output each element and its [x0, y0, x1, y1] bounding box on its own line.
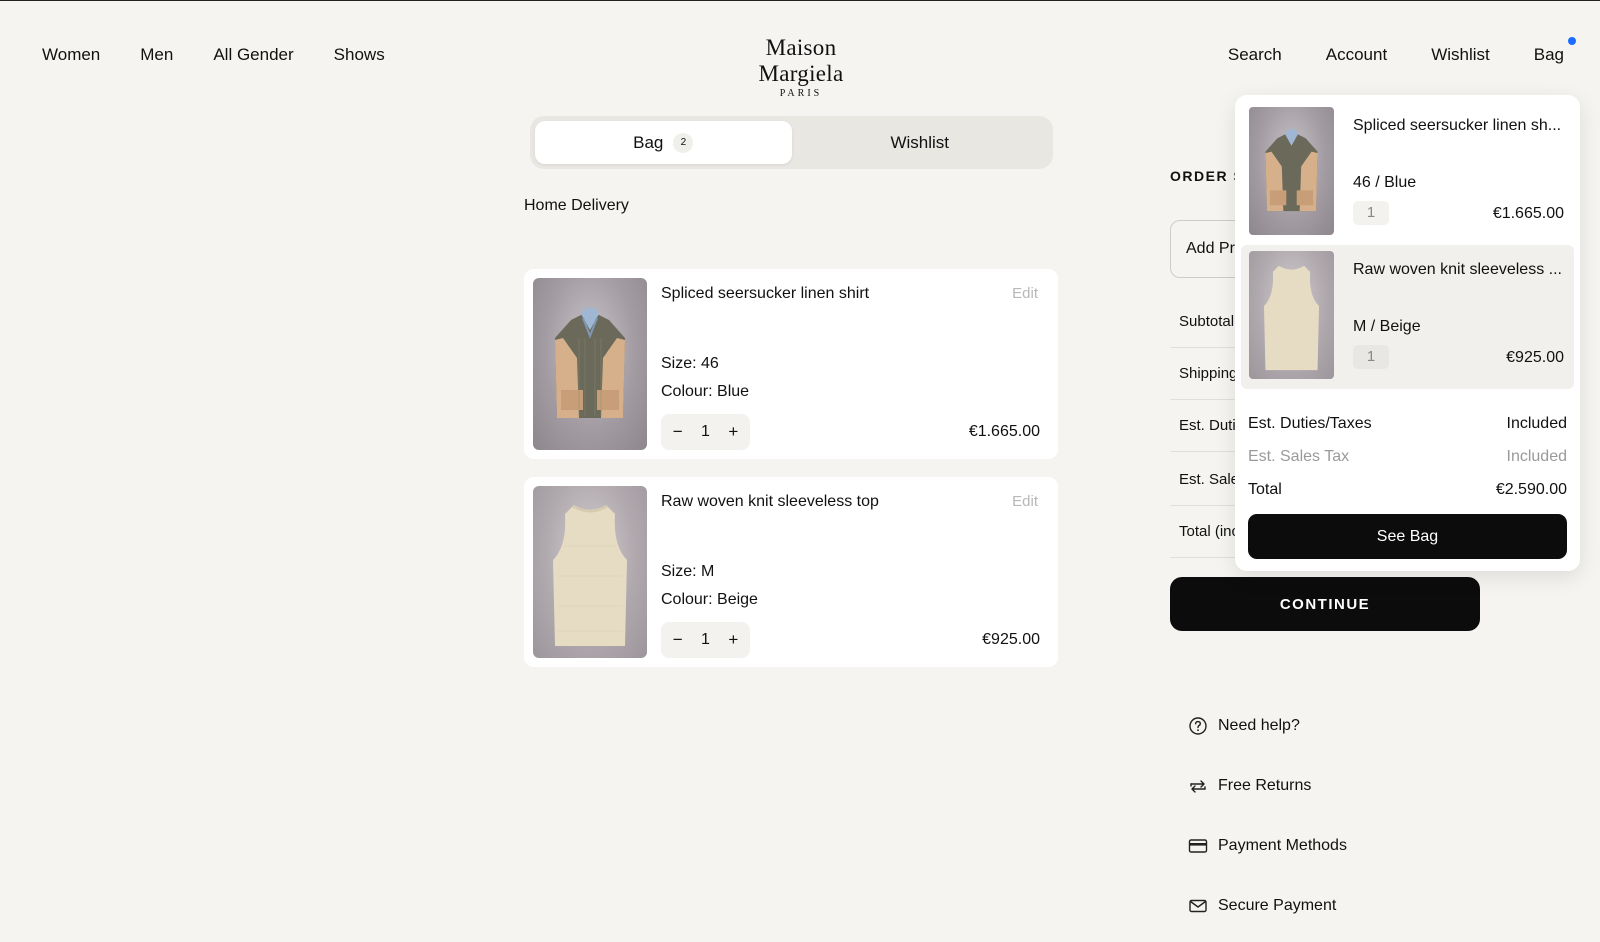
nav-bag[interactable]: Bag	[1533, 37, 1576, 65]
nav-all-gender[interactable]: All Gender	[213, 45, 293, 65]
bag-notification-dot	[1568, 37, 1576, 45]
decrease-quantity-button[interactable]: −	[668, 422, 688, 442]
return-arrows-icon	[1190, 780, 1206, 793]
free-returns-label: Free Returns	[1218, 777, 1312, 794]
quantity-stepper: − 1 +	[661, 622, 750, 658]
product-image-shirt[interactable]	[533, 278, 647, 450]
payment-methods-link[interactable]: Payment Methods	[1188, 836, 1347, 856]
tab-wishlist[interactable]: Wishlist	[792, 121, 1049, 164]
product-colour: Colour: Blue	[661, 383, 750, 400]
payment-methods-label: Payment Methods	[1218, 837, 1347, 854]
mini-bag-item[interactable]: Raw woven knit sleeveless ... M / Beige …	[1241, 245, 1574, 389]
total-value: €2.590.00	[1495, 481, 1567, 498]
duties-value: Included	[1506, 415, 1568, 432]
mini-bag-item-price: €925.00	[1506, 349, 1564, 366]
duties-label: Est. Duties/Taxes	[1248, 415, 1372, 432]
mini-bag-item-qty: 1	[1353, 345, 1389, 369]
cart-item: Raw woven knit sleeveless top Edit Size:…	[524, 477, 1058, 667]
see-bag-button[interactable]: See Bag	[1248, 514, 1567, 559]
brand-logo[interactable]: Maison Margiela PARIS	[725, 35, 877, 99]
credit-card-icon	[1188, 839, 1208, 853]
quantity-value: 1	[701, 423, 710, 440]
envelope-icon	[1189, 899, 1207, 913]
quantity-value: 1	[701, 631, 710, 648]
bag-wishlist-tabs: Bag 2 Wishlist	[530, 116, 1053, 169]
nav-shows[interactable]: Shows	[334, 45, 385, 65]
nav-bag-label: Bag	[1533, 45, 1564, 64]
product-colour: Colour: Beige	[661, 591, 758, 608]
decrease-quantity-button[interactable]: −	[668, 630, 688, 650]
mini-bag-thumb-knit-top	[1249, 251, 1334, 379]
nav-search[interactable]: Search	[1228, 45, 1282, 65]
bag-count-badge: 2	[673, 132, 694, 153]
cart-item: Spliced seersucker linen shirt Edit Size…	[524, 269, 1058, 459]
increase-quantity-button[interactable]: +	[723, 422, 743, 442]
tab-bag[interactable]: Bag 2	[535, 121, 792, 164]
product-image-knit-top[interactable]	[533, 486, 647, 658]
logo-wordmark: Maison Margiela	[758, 35, 844, 86]
mini-bag-item-variant: M / Beige	[1353, 318, 1421, 335]
free-returns-link[interactable]: Free Returns	[1188, 776, 1311, 796]
total-label: Total	[1248, 481, 1282, 498]
product-price: €925.00	[982, 631, 1040, 648]
delivery-method-title: Home Delivery	[524, 197, 629, 214]
nav-men[interactable]: Men	[140, 45, 173, 65]
product-size: Size: 46	[661, 355, 719, 372]
mini-bag-duties-row: Est. Duties/Taxes Included	[1248, 415, 1567, 433]
tab-bag-label: Bag	[633, 132, 664, 152]
need-help-label: Need help?	[1218, 717, 1300, 734]
need-help-link[interactable]: Need help?	[1188, 716, 1300, 736]
primary-nav: Women Men All Gender Shows	[42, 45, 385, 65]
secure-payment-label: Secure Payment	[1218, 897, 1337, 914]
mini-bag-total-row: Total €2.590.00	[1248, 481, 1567, 499]
mini-bag-sales-tax-row: Est. Sales Tax Included	[1248, 448, 1567, 466]
mini-bag-item-name: Raw woven knit sleeveless ...	[1353, 261, 1562, 278]
quantity-stepper: − 1 +	[661, 414, 750, 450]
logo-subtitle: PARIS	[779, 88, 823, 99]
mini-bag-item-variant: 46 / Blue	[1353, 174, 1417, 191]
mini-bag-item-qty: 1	[1353, 201, 1389, 225]
question-circle-icon	[1189, 717, 1207, 735]
product-name[interactable]: Spliced seersucker linen shirt	[661, 285, 869, 303]
product-size: Size: M	[661, 563, 715, 580]
summary-row-label: Shipping	[1179, 365, 1238, 382]
mini-bag-item[interactable]: Spliced seersucker linen sh... 46 / Blue…	[1241, 101, 1574, 245]
edit-item-button[interactable]: Edit	[1012, 285, 1038, 302]
continue-button[interactable]: CONTINUE	[1170, 577, 1480, 631]
edit-item-button[interactable]: Edit	[1012, 493, 1038, 510]
utility-nav: Search Account Wishlist Bag	[1228, 37, 1576, 65]
secure-payment-link[interactable]: Secure Payment	[1188, 896, 1336, 916]
increase-quantity-button[interactable]: +	[723, 630, 743, 650]
mini-bag-item-name: Spliced seersucker linen sh...	[1353, 117, 1562, 134]
nav-women[interactable]: Women	[42, 45, 100, 65]
mini-bag-thumb-shirt	[1249, 107, 1334, 235]
mini-bag-dropdown: Spliced seersucker linen sh... 46 / Blue…	[1235, 95, 1580, 571]
mini-bag-item-price: €1.665.00	[1492, 205, 1564, 222]
product-price: €1.665.00	[968, 423, 1040, 440]
sales-tax-value: Included	[1506, 448, 1568, 465]
summary-row-label: Subtotal	[1179, 313, 1235, 330]
nav-account[interactable]: Account	[1326, 45, 1387, 65]
nav-wishlist[interactable]: Wishlist	[1431, 45, 1490, 65]
sales-tax-label: Est. Sales Tax	[1248, 448, 1350, 465]
product-name[interactable]: Raw woven knit sleeveless top	[661, 493, 879, 511]
site-header: Women Men All Gender Shows Maison Margie…	[0, 1, 1600, 101]
